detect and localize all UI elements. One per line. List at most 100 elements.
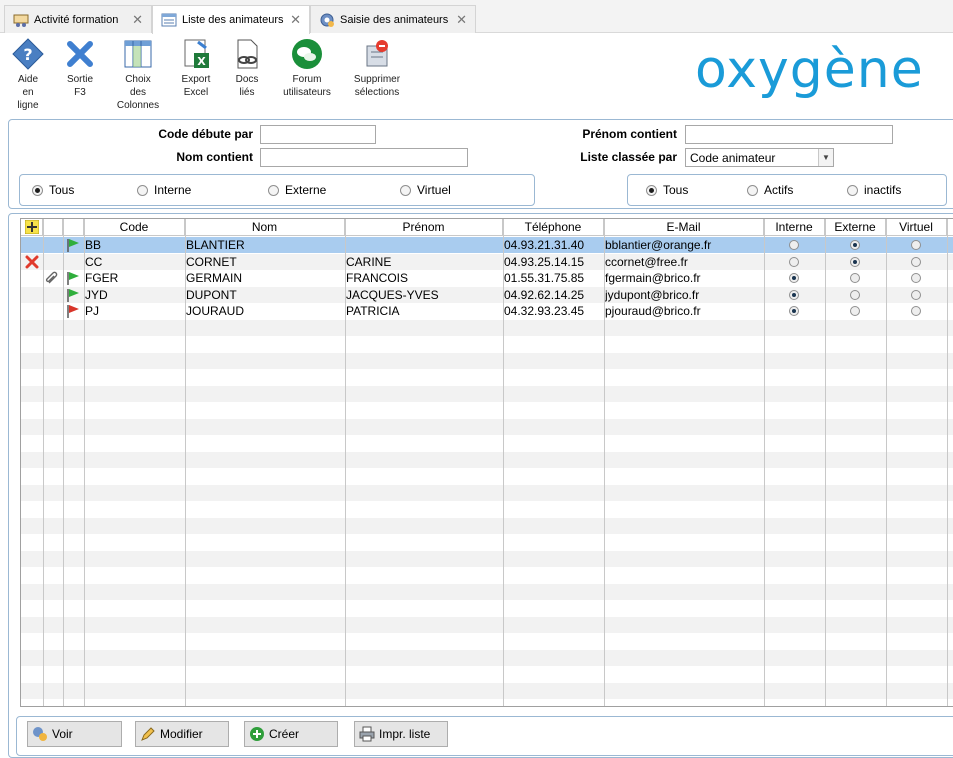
radio-interne[interactable] — [789, 256, 799, 267]
table-row[interactable]: JYD DUPONT JACQUES-YVES 04.92.62.14.25 jydup… — [21, 286, 953, 303]
radio-virtuel[interactable] — [911, 306, 921, 316]
radio-interne[interactable] — [789, 289, 799, 300]
empty-row — [21, 616, 953, 633]
column-divider — [84, 219, 85, 706]
column-divider — [43, 219, 44, 706]
chevron-down-icon[interactable]: ▼ — [818, 149, 833, 166]
empty-row — [21, 682, 953, 699]
cell-code: CC — [85, 254, 103, 269]
radio-status-actifs[interactable]: Actifs — [747, 183, 793, 197]
code-label: Code débute par — [158, 127, 253, 141]
sort-select[interactable]: Code animateur ▼ — [685, 148, 834, 167]
help-label-1: Aide — [17, 74, 38, 85]
edit-button[interactable]: Modifier — [135, 721, 229, 747]
forum-icon — [292, 39, 322, 69]
header-externe[interactable]: Externe — [825, 219, 886, 236]
radio-label: Interne — [154, 183, 192, 197]
radio-virtuel[interactable] — [911, 289, 921, 300]
radio-externe[interactable] — [850, 240, 860, 250]
header-interne[interactable]: Interne — [764, 219, 825, 236]
radio-virtuel[interactable] — [911, 240, 921, 250]
radio-status-tous[interactable]: Tous — [646, 183, 688, 197]
radio-type-externe[interactable]: Externe — [268, 183, 326, 197]
green-flag-icon — [66, 288, 80, 302]
empty-row — [21, 583, 953, 600]
empty-row — [21, 352, 953, 369]
radio-externe[interactable] — [850, 256, 860, 267]
close-icon[interactable]: ✕ — [290, 12, 301, 28]
cell-nom: CORNET — [186, 254, 237, 269]
column-divider — [503, 219, 504, 706]
table-row[interactable]: FGER GERMAIN FRANCOIS 01.55.31.75.85 fgermai… — [21, 270, 953, 286]
add-icon — [250, 727, 264, 741]
exit-button[interactable]: Sortie F3 — [60, 38, 100, 99]
radio-externe[interactable] — [850, 306, 860, 316]
header-prenom[interactable]: Prénom — [345, 219, 503, 236]
radio-interne[interactable] — [789, 273, 799, 283]
forum-button[interactable]: Forum utilisateurs — [274, 38, 340, 99]
docs-label-2: liés — [239, 87, 255, 98]
grid-panel: Code Nom Prénom Téléphone E-Mail Interne… — [8, 213, 953, 758]
header-email[interactable]: E-Mail — [604, 219, 764, 236]
empty-row — [21, 517, 953, 534]
cell-tel: 04.93.25.14.15 — [504, 254, 585, 269]
empty-row — [21, 468, 953, 484]
cell-tel: 04.32.93.23.45 — [504, 304, 585, 318]
radio-label: Externe — [285, 183, 327, 197]
tab-saisie-animateurs[interactable]: Saisie des animateurs ✕ — [310, 5, 476, 33]
linked-docs-button[interactable]: Docs liés — [227, 38, 267, 99]
cell-tel: 04.92.62.14.25 — [504, 287, 585, 302]
table-row[interactable]: BB BLANTIER 04.93.21.31.40 bblantier@orange… — [21, 237, 953, 253]
paperclip-icon[interactable] — [45, 271, 59, 285]
view-label: Voir — [52, 727, 73, 741]
empty-row — [21, 666, 953, 682]
radio-type-virtuel[interactable]: Virtuel — [400, 183, 451, 197]
table-row[interactable]: PJ JOURAUD PATRICIA 04.32.93.23.45 pjouraud@… — [21, 303, 953, 319]
status-radio-group: Tous Actifs inactifs — [627, 174, 947, 206]
empty-row — [21, 484, 953, 501]
radio-status-inactifs[interactable]: inactifs — [847, 183, 901, 197]
radio-virtuel[interactable] — [911, 273, 921, 283]
tab-activite-formation[interactable]: Activité formation ✕ — [4, 5, 152, 33]
create-button[interactable]: Créer — [244, 721, 338, 747]
header-virtuel[interactable]: Virtuel — [886, 219, 947, 236]
cell-prenom: JACQUES-YVES — [346, 287, 439, 302]
code-field[interactable] — [260, 125, 376, 144]
radio-interne[interactable] — [789, 306, 799, 316]
radio-label: Virtuel — [417, 183, 451, 197]
radio-virtuel[interactable] — [911, 256, 921, 267]
help-button[interactable]: ? Aide en ligne — [8, 38, 48, 112]
radio-label: inactifs — [864, 183, 902, 197]
radio-interne[interactable] — [789, 240, 799, 250]
header-code[interactable]: Code — [84, 219, 185, 236]
close-icon[interactable]: ✕ — [456, 12, 467, 28]
radio-type-tous[interactable]: Tous — [32, 183, 74, 197]
print-list-button[interactable]: Impr. liste — [354, 721, 448, 747]
header-nom[interactable]: Nom — [185, 219, 345, 236]
tab-liste-animateurs[interactable]: Liste des animateurs ✕ — [152, 5, 310, 34]
view-button[interactable]: Voir — [27, 721, 122, 747]
add-column-button[interactable] — [21, 219, 43, 236]
columns-button[interactable]: Choix des Colonnes — [113, 38, 163, 112]
cell-nom: GERMAIN — [186, 271, 243, 285]
tab-label: Activité formation — [34, 13, 119, 26]
edit-label: Modifier — [160, 727, 203, 741]
animators-table: Code Nom Prénom Téléphone E-Mail Interne… — [20, 218, 953, 707]
close-icon[interactable]: ✕ — [132, 12, 143, 28]
tab-label: Saisie des animateurs — [340, 13, 449, 26]
delete-mark-icon[interactable] — [25, 255, 39, 269]
columns-label-2: des — [129, 87, 147, 98]
export-excel-button[interactable]: X Export Excel — [174, 38, 218, 99]
column-divider — [185, 219, 186, 706]
table-row[interactable]: CC CORNET CARINE 04.93.25.14.15 ccornet@free… — [21, 253, 953, 270]
radio-type-interne[interactable]: Interne — [137, 183, 191, 197]
cell-email: jydupont@brico.fr — [605, 287, 700, 302]
radio-externe[interactable] — [850, 289, 860, 300]
delete-selection-button[interactable]: Supprimer sélections — [348, 38, 406, 99]
cell-nom: BLANTIER — [186, 238, 245, 252]
nom-field[interactable] — [260, 148, 468, 167]
header-telephone[interactable]: Téléphone — [503, 219, 604, 236]
prenom-field[interactable] — [685, 125, 893, 144]
columns-label-1: Choix — [125, 74, 151, 85]
radio-externe[interactable] — [850, 273, 860, 283]
